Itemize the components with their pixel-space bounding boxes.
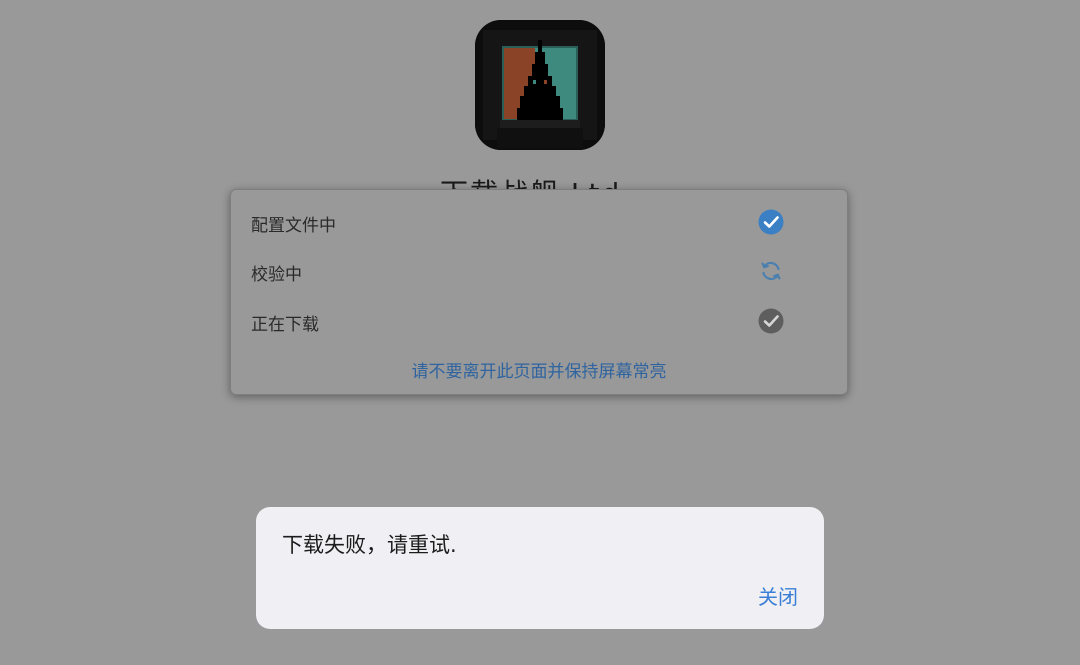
check-circle-filled-icon: [758, 209, 784, 235]
download-progress-card: 配置文件中 校验中 正在下载 请不要离开此页面并保持屏幕常亮: [230, 189, 848, 395]
step-label: 正在下载: [251, 315, 319, 335]
refresh-cycle-icon: [758, 258, 784, 284]
step-row-verify: 校验中: [251, 256, 791, 286]
close-button[interactable]: 关闭: [758, 581, 798, 610]
app-icon: [475, 20, 605, 150]
check-circle-gray-icon: [758, 308, 784, 334]
step-row-download: 正在下载: [251, 306, 791, 336]
step-label: 校验中: [251, 265, 302, 285]
step-row-config: 配置文件中: [251, 207, 791, 237]
step-label: 配置文件中: [251, 216, 336, 236]
alert-message: 下载失败，请重试.: [282, 533, 457, 557]
keep-screen-on-notice: 请不要离开此页面并保持屏幕常亮: [411, 362, 667, 382]
download-failed-alert: 下载失败，请重试. 关闭: [256, 507, 824, 629]
